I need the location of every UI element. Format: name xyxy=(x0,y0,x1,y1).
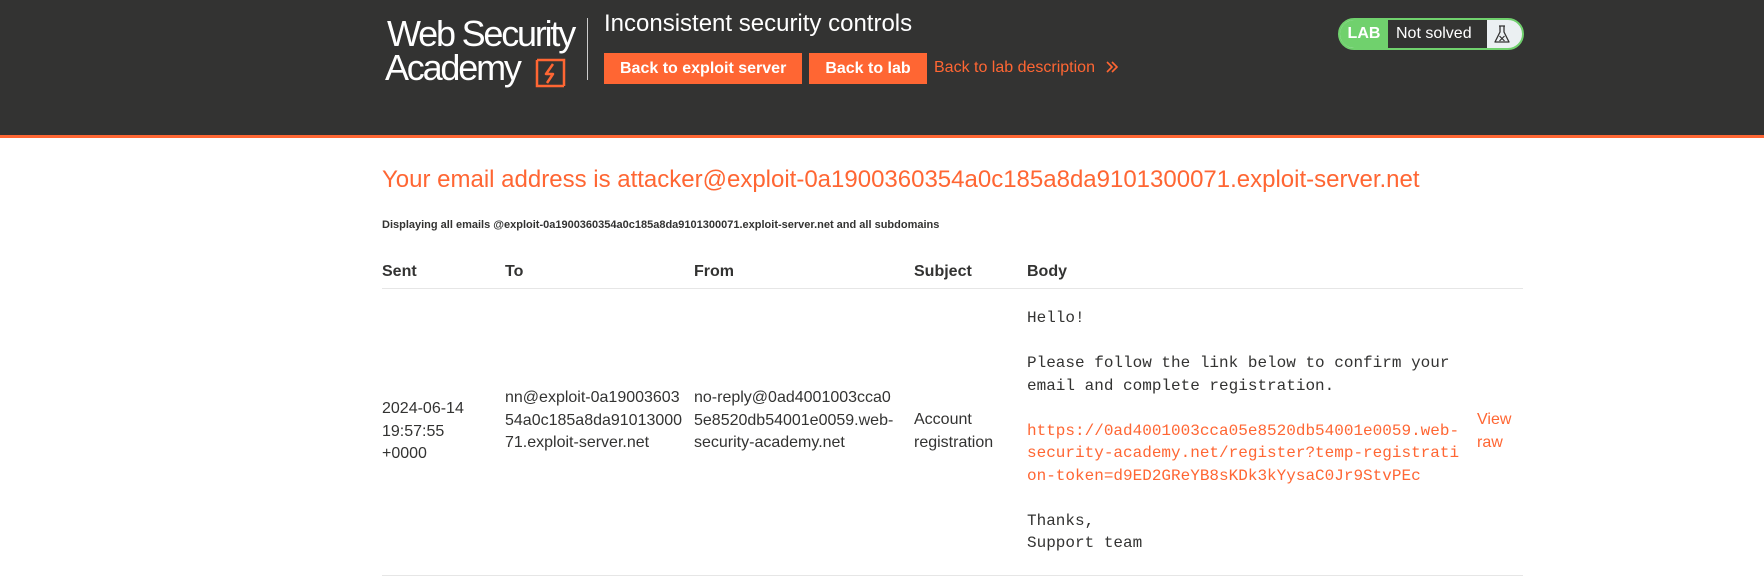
header-divider xyxy=(382,288,1523,289)
column-header-sent: Sent xyxy=(382,263,417,280)
email-from-cell: no-reply@0ad4001003cca05e8520db54001e005… xyxy=(694,389,894,451)
flask-icon xyxy=(1494,25,1510,43)
logo-divider xyxy=(587,18,588,80)
email-to-cell: nn@exploit-0a1900360354a0c185a8da9101300… xyxy=(505,389,683,451)
row-divider xyxy=(382,575,1523,576)
lab-status-badge: LAB xyxy=(1340,20,1388,48)
column-header-subject: Subject xyxy=(914,263,972,280)
email-body-cell: Hello! Please follow the link below to c… xyxy=(1027,307,1463,555)
back-to-exploit-server-button[interactable]: Back to exploit server xyxy=(604,53,802,84)
lab-title: Inconsistent security controls xyxy=(604,10,913,37)
lab-status-widget: LAB Not solved xyxy=(1338,18,1524,50)
email-address-heading: Your email address is attacker@exploit-0… xyxy=(382,166,1420,193)
column-header-from: From xyxy=(694,263,734,280)
back-to-lab-description-link[interactable]: Back to lab description xyxy=(934,59,1119,77)
back-to-lab-description-label: Back to lab description xyxy=(934,59,1095,76)
column-header-to: To xyxy=(505,263,524,280)
lightning-mark-icon xyxy=(535,58,566,88)
double-chevron-right-icon xyxy=(1106,61,1119,73)
email-sent-cell: 2024-06-14 19:57:55 +0000 xyxy=(382,400,464,462)
display-filter-note: Displaying all emails @exploit-0a1900360… xyxy=(382,219,940,231)
web-security-academy-logo[interactable]: Web Security Academy xyxy=(384,14,584,90)
column-header-body: Body xyxy=(1027,263,1067,280)
logo-text-line2: Academy xyxy=(385,47,522,88)
registration-link[interactable]: https://0ad4001003cca05e8520db54001e0059… xyxy=(1027,422,1459,485)
email-subject-cell: Account registration xyxy=(914,411,994,451)
view-raw-link[interactable]: View raw xyxy=(1477,409,1527,454)
lab-status-text: Not solved xyxy=(1388,20,1487,48)
header: Web Security Academy Inconsistent securi… xyxy=(0,0,1764,138)
email-body-outro: Thanks, Support team xyxy=(1027,511,1143,553)
back-to-lab-button[interactable]: Back to lab xyxy=(809,53,927,84)
email-body-intro: Hello! Please follow the link below to c… xyxy=(1027,309,1450,395)
